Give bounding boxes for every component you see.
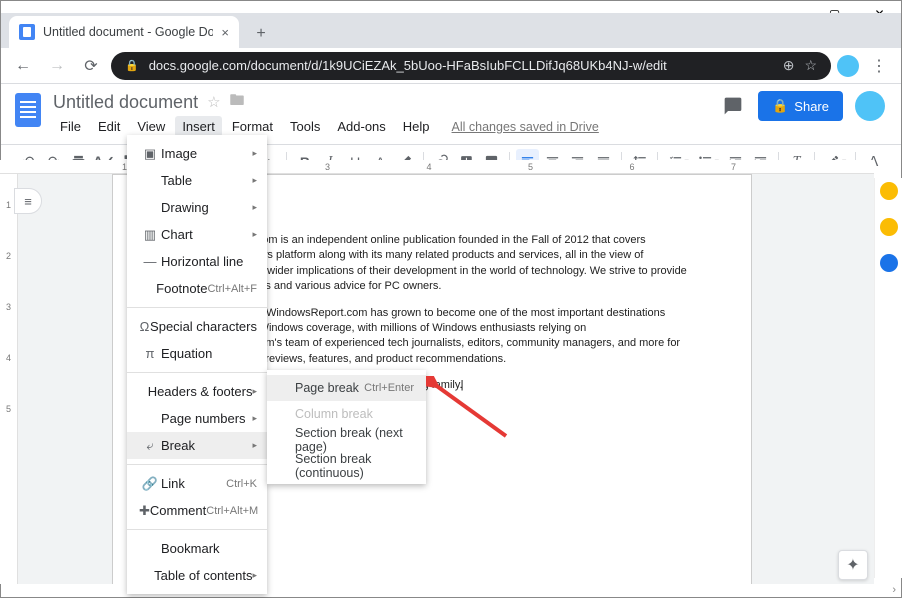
menu-help[interactable]: Help — [396, 116, 437, 137]
insert-drawing[interactable]: Drawing▸ — [127, 194, 267, 221]
link-icon: 🔗 — [139, 476, 161, 492]
explore-button[interactable]: ✦ — [838, 550, 868, 580]
star-icon[interactable]: ☆ — [804, 57, 817, 74]
save-status[interactable]: All changes saved in Drive — [452, 120, 599, 134]
vertical-ruler[interactable]: 1 2 3 4 5 — [0, 174, 18, 584]
scroll-right-icon[interactable]: › — [892, 584, 896, 596]
nav-back[interactable]: ← — [9, 52, 37, 80]
insert-hr[interactable]: —Horizontal line — [127, 248, 267, 275]
document-title[interactable]: Untitled document — [53, 92, 198, 113]
insert-dropdown: ▣Image▸ Table▸ Drawing▸ ▥Chart▸ —Horizon… — [127, 135, 267, 594]
menu-addons[interactable]: Add-ons — [330, 116, 392, 137]
menu-file[interactable]: File — [53, 116, 88, 137]
nav-forward[interactable]: → — [43, 52, 71, 80]
insert-chart[interactable]: ▥Chart▸ — [127, 221, 267, 248]
browser-toolbar: ← → ⟳ 🔒 docs.google.com/document/d/1k9UC… — [1, 48, 901, 84]
menu-view[interactable]: View — [130, 116, 172, 137]
tab-title: Untitled document - Google Doc — [43, 25, 213, 39]
menu-insert[interactable]: Insert — [175, 116, 222, 137]
user-avatar[interactable] — [855, 91, 885, 121]
calendar-icon[interactable] — [880, 254, 898, 272]
insert-comment[interactable]: ✚CommentCtrl+Alt+M — [127, 497, 267, 524]
insert-toc[interactable]: Table of contents▸ — [127, 562, 267, 589]
ruler-tick: 3 — [6, 302, 11, 312]
star-doc-icon[interactable]: ☆ — [207, 93, 220, 111]
break-column: Column break — [267, 401, 426, 427]
insert-special-chars[interactable]: ΩSpecial characters — [127, 313, 267, 340]
outline-toggle[interactable]: ≡ — [14, 188, 42, 214]
comment-icon: ✚ — [139, 503, 150, 519]
menubar: File Edit View Insert Format Tools Add-o… — [53, 116, 599, 137]
move-folder-icon[interactable]: 🖿 — [230, 90, 245, 115]
insert-page-numbers[interactable]: Page numbers▸ — [127, 405, 267, 432]
insert-table[interactable]: Table▸ — [127, 167, 267, 194]
keep-icon[interactable] — [880, 182, 898, 200]
url-text: docs.google.com/document/d/1k9UCiEZAk_5b… — [149, 58, 773, 73]
lock-icon: 🔒 — [125, 59, 139, 72]
break-page[interactable]: Page breakCtrl+Enter — [267, 375, 426, 401]
break-submenu: Page breakCtrl+Enter Column break Sectio… — [267, 370, 426, 484]
omnibox[interactable]: 🔒 docs.google.com/document/d/1k9UCiEZAk_… — [111, 52, 831, 80]
browser-menu-icon[interactable]: ⋮ — [865, 52, 893, 80]
omega-icon: Ω — [139, 319, 150, 334]
menu-format[interactable]: Format — [225, 116, 280, 137]
ruler-tick: 1 — [6, 200, 11, 210]
share-label: Share — [794, 99, 829, 114]
browser-tab[interactable]: Untitled document - Google Doc × — [9, 16, 239, 48]
open-comments-icon[interactable] — [720, 93, 746, 119]
break-section-continuous[interactable]: Section break (continuous) — [267, 453, 426, 479]
docs-logo-icon[interactable] — [15, 93, 41, 127]
break-section-next[interactable]: Section break (next page) — [267, 427, 426, 453]
insert-equation[interactable]: πEquation — [127, 340, 267, 367]
tab-strip: Untitled document - Google Doc × + — [1, 13, 901, 48]
ruler-tick: 2 — [6, 251, 11, 261]
pi-icon: π — [139, 346, 161, 361]
image-icon: ▣ — [139, 146, 161, 162]
ruler-tick: 4 — [6, 353, 11, 363]
tab-close-icon[interactable]: × — [221, 25, 229, 40]
menu-edit[interactable]: Edit — [91, 116, 127, 137]
menu-tools[interactable]: Tools — [283, 116, 327, 137]
insert-headers-footers[interactable]: Headers & footers▸ — [127, 378, 267, 405]
break-icon: ⤶ — [139, 438, 161, 454]
window-titlebar — [1, 1, 901, 13]
chart-icon: ▥ — [139, 227, 161, 243]
share-button[interactable]: 🔒 Share — [758, 91, 843, 121]
insert-bookmark[interactable]: Bookmark — [127, 535, 267, 562]
ruler-tick: 5 — [6, 404, 11, 414]
tasks-icon[interactable] — [880, 218, 898, 236]
zoom-icon[interactable]: ⊕ — [783, 57, 795, 74]
hr-icon: — — [139, 254, 161, 269]
extension-icon[interactable] — [837, 55, 859, 77]
side-panel — [874, 178, 902, 578]
insert-footnote[interactable]: FootnoteCtrl+Alt+F — [127, 275, 267, 302]
new-tab-button[interactable]: + — [247, 20, 275, 48]
insert-break[interactable]: ⤶Break▸ — [127, 432, 267, 459]
insert-image[interactable]: ▣Image▸ — [127, 140, 267, 167]
docs-favicon — [19, 24, 35, 40]
lock-share-icon: 🔒 — [772, 98, 788, 114]
nav-reload[interactable]: ⟳ — [77, 52, 105, 80]
insert-link[interactable]: 🔗LinkCtrl+K — [127, 470, 267, 497]
